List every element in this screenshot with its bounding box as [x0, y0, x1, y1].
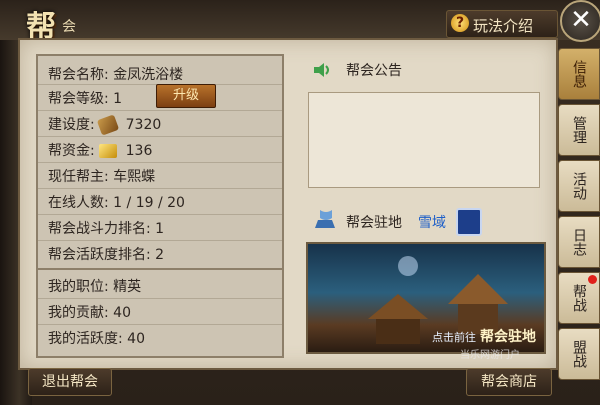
my-position: 我的职位: 精英 — [48, 279, 142, 295]
funds-label: 帮资金: — [48, 143, 95, 159]
upgrade-button[interactable]: 升级 — [156, 84, 216, 108]
guild-name: 帮会名称: 金凤洗浴楼 — [48, 67, 184, 83]
tab-guild-war-label: 帮战 — [571, 284, 587, 312]
base-title: 帮会驻地 — [346, 215, 402, 231]
tab-info[interactable]: 信息 — [558, 48, 600, 100]
help-button[interactable]: ? 玩法介绍 — [446, 10, 558, 38]
activity-rank: 帮会活跃度排名: 2 — [48, 247, 165, 263]
gold-icon — [99, 144, 118, 158]
tab-log[interactable]: 日志 — [558, 216, 600, 268]
notification-dot — [588, 275, 597, 284]
help-label: 玩法介绍 — [473, 17, 534, 35]
divider — [38, 240, 282, 241]
goto-prefix: 点击前往 — [432, 331, 476, 344]
guild-shop-button[interactable]: 帮会商店 — [466, 368, 552, 396]
my-info-box: 我的职位: 精英 我的贡献: 40 我的活跃度: 40 — [36, 268, 284, 358]
my-contribution: 我的贡献: 40 — [48, 305, 131, 321]
construction-label: 建设度: — [48, 117, 95, 133]
tab-activity[interactable]: 活动 — [558, 160, 600, 212]
base-scene-button[interactable]: 点击前往 帮会驻地 — [306, 242, 546, 354]
announcement-title: 帮会公告 — [346, 63, 402, 79]
divider — [38, 214, 282, 215]
tab-alliance-war[interactable]: 盟战 — [558, 328, 600, 380]
divider — [38, 162, 282, 163]
snow-region-icon — [456, 208, 482, 236]
construction-row: 建设度: 7320 — [48, 114, 162, 136]
tab-guild-war[interactable]: 帮战 — [558, 272, 600, 324]
watermark: 当乐网游门户 — [460, 350, 520, 361]
divider — [38, 110, 282, 111]
leader: 现任帮主: 车熙蝶 — [48, 169, 156, 185]
guild-level: 帮会等级: 1 — [48, 91, 123, 107]
tab-manage[interactable]: 管理 — [558, 104, 600, 156]
funds-value: 136 — [125, 143, 153, 159]
war-rank: 帮会战斗力排名: 1 — [48, 221, 165, 237]
goto-base-text: 点击前往 帮会驻地 — [432, 326, 536, 346]
speaker-icon — [314, 63, 329, 77]
funds-row: 帮资金: 136 — [48, 140, 152, 160]
announcement-content — [308, 92, 540, 188]
goto-label: 帮会驻地 — [480, 329, 536, 345]
divider — [38, 324, 282, 325]
divider — [38, 136, 282, 137]
close-button[interactable]: ✕ — [560, 0, 600, 42]
online-count: 在线人数: 1 / 19 / 20 — [48, 195, 185, 211]
divider — [38, 188, 282, 189]
flag-icon — [315, 210, 335, 228]
window-title-sub: 会 — [62, 19, 76, 35]
base-location: 雪域 — [418, 215, 446, 231]
wood-icon — [96, 114, 120, 136]
exit-guild-button[interactable]: 退出帮会 — [28, 368, 112, 396]
guild-info-box: 帮会名称: 金凤洗浴楼 帮会等级: 1 升级 建设度: 7320 帮资金: 13… — [36, 54, 284, 270]
question-icon: ? — [451, 14, 469, 32]
construction-value: 7320 — [125, 117, 162, 133]
close-icon: ✕ — [570, 5, 592, 35]
divider — [38, 298, 282, 299]
my-activity: 我的活跃度: 40 — [48, 331, 145, 347]
